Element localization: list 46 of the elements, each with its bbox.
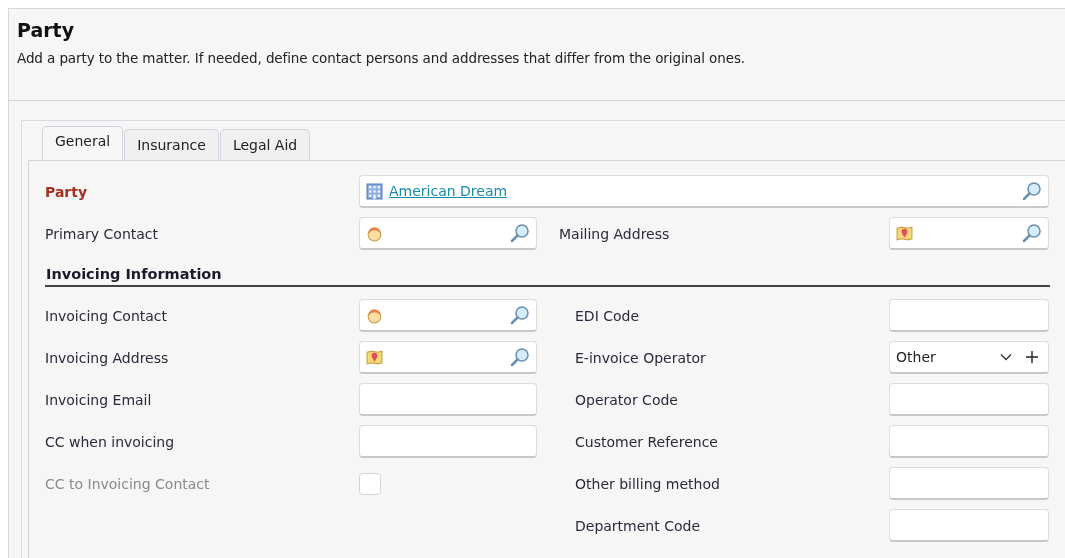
person-icon xyxy=(366,306,383,324)
text-field[interactable] xyxy=(359,425,537,458)
text-field[interactable] xyxy=(889,383,1049,416)
person-icon xyxy=(366,224,383,242)
party-link[interactable]: American Dream xyxy=(389,183,508,199)
field-label: Invoicing Contact xyxy=(45,307,167,324)
chevron-down-icon[interactable] xyxy=(1000,353,1012,361)
map-pin-icon xyxy=(366,348,383,366)
add-icon[interactable] xyxy=(1026,351,1038,363)
field-label: Customer Reference xyxy=(574,433,718,450)
field-label: Mailing Address xyxy=(558,225,670,242)
field-label: Party xyxy=(45,183,88,200)
text-field[interactable] xyxy=(889,509,1049,542)
dialog-title: Party xyxy=(17,19,76,41)
field-label: Department Code xyxy=(574,517,700,534)
field-label: Operator Code xyxy=(574,391,678,408)
lookup-field[interactable] xyxy=(889,217,1049,250)
search-icon[interactable] xyxy=(510,347,530,367)
tab[interactable]: Insurance xyxy=(124,129,219,160)
lookup-field[interactable]: American Dream xyxy=(359,175,1049,208)
field-label: EDI Code xyxy=(574,307,640,324)
map-pin-icon xyxy=(896,224,913,242)
field-label: E-invoice Operator xyxy=(574,349,706,366)
field-label: Invoicing Address xyxy=(45,349,169,366)
field-label: Primary Contact xyxy=(45,225,159,242)
field-label: CC when invoicing xyxy=(45,433,175,450)
lookup-field[interactable] xyxy=(359,341,537,374)
search-icon[interactable] xyxy=(510,305,530,325)
lookup-field[interactable] xyxy=(359,299,537,332)
search-icon[interactable] xyxy=(1022,181,1042,201)
tab[interactable]: Legal Aid xyxy=(219,129,311,160)
text-field[interactable] xyxy=(889,299,1049,332)
building-icon xyxy=(366,182,383,200)
section-heading: Invoicing Information xyxy=(45,250,1050,287)
field-label: Invoicing Email xyxy=(45,391,152,408)
tab[interactable]: General xyxy=(42,126,124,160)
dialog-description: Add a party to the matter. If needed, define contact persons and addresses that differ from the original ones. xyxy=(17,50,746,66)
text-field[interactable] xyxy=(889,467,1049,500)
search-icon[interactable] xyxy=(510,223,530,243)
search-icon[interactable] xyxy=(1022,223,1042,243)
lookup-field[interactable] xyxy=(359,217,537,250)
field-label: Other billing method xyxy=(574,475,720,492)
field-label: CC to Invoicing Contact xyxy=(45,475,210,492)
text-field[interactable] xyxy=(359,383,537,416)
text-field[interactable] xyxy=(889,425,1049,458)
operator-dropdown[interactable]: Other xyxy=(896,349,936,365)
